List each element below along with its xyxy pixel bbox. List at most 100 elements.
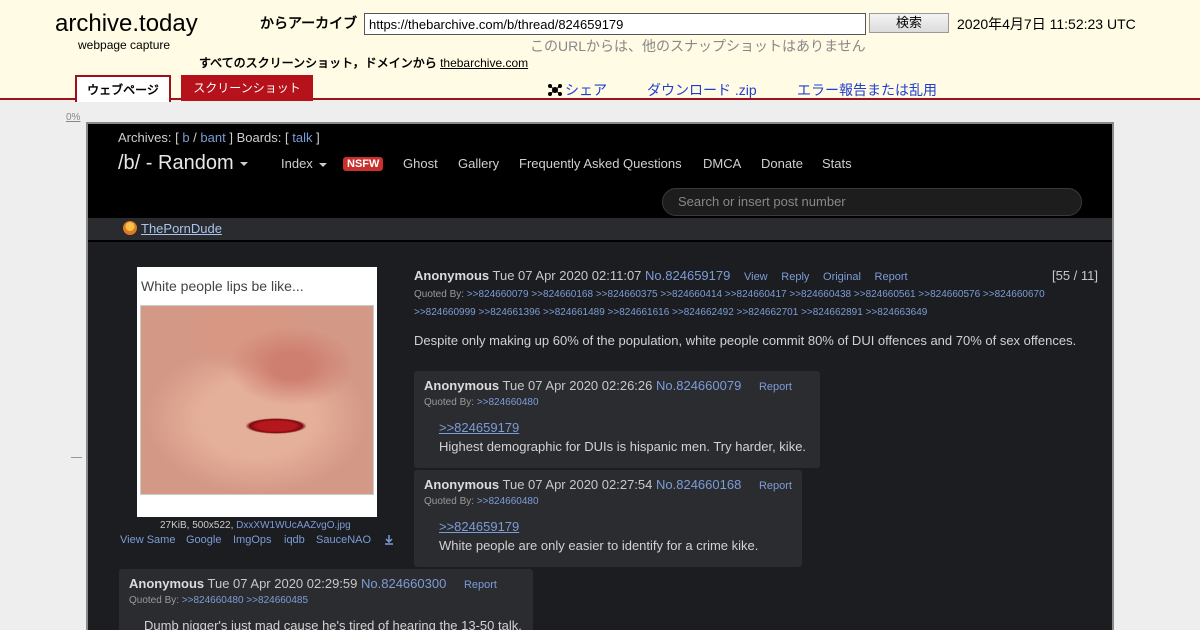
saucenao-link[interactable]: SauceNAO (316, 534, 371, 546)
file-name-link[interactable]: DxxXW1WUcAAZvgO.jpg (236, 520, 350, 531)
reply-post: Anonymous Tue 07 Apr 2020 02:26:26 No.82… (414, 371, 820, 468)
op-image-caption: White people lips be like... (141, 278, 304, 294)
quoted-links[interactable]: >>824660480 >>824660485 (182, 595, 308, 606)
ad-link[interactable]: ThePornDude (123, 221, 222, 236)
all-screenshots-line: すべてのスクリーンショット，ドメインから thebarchive.com (199, 54, 528, 71)
reply-quoted-by: Quoted By: >>824660480 (424, 493, 539, 511)
archive-from-label: からアーカイブ (260, 15, 358, 31)
quoted-label: Quoted By: (414, 289, 465, 300)
scroll-percent[interactable]: 0% (66, 112, 80, 123)
all-screenshots-label: すべてのスクリーンショット，ドメインから (199, 56, 437, 70)
archives-label: Archives: [ (118, 130, 179, 145)
download-icon[interactable] (384, 535, 394, 545)
quoted-links[interactable]: >>824660079 >>824660168 >>824660375 >>82… (467, 289, 1045, 300)
search-button[interactable]: 検索 (869, 13, 949, 33)
reply-name: Anonymous (129, 576, 205, 591)
ad-bar: ThePornDude (88, 218, 1112, 242)
reply-report-link[interactable]: Report (464, 579, 497, 591)
reply-date: Tue 07 Apr 2020 02:27:54 (502, 477, 653, 492)
imgops-link[interactable]: ImgOps (233, 534, 272, 546)
reply-quote-link[interactable]: >>824659179 (439, 420, 519, 435)
reply-text: Dumb nigger's just mad cause he's tired … (144, 618, 522, 630)
board-title[interactable]: /b/ - Random (118, 152, 248, 175)
no-snapshots-note: このURLからは、他のスナップショットはありません (530, 38, 866, 54)
reply-meta: Anonymous Tue 07 Apr 2020 02:29:59 No.82… (129, 576, 497, 591)
view-same-link[interactable]: View Same (120, 534, 175, 546)
iqdb-link[interactable]: iqdb (284, 534, 305, 546)
reply-post: Anonymous Tue 07 Apr 2020 02:29:59 No.82… (119, 569, 533, 630)
op-view-link[interactable]: View (744, 271, 768, 283)
reply-number[interactable]: No.824660079 (656, 378, 741, 393)
report-abuse-link[interactable]: エラー報告または乱用 (797, 80, 937, 100)
op-original-link[interactable]: Original (823, 271, 861, 283)
domain-link[interactable]: thebarchive.com (440, 56, 528, 70)
board-title-text: /b/ - Random (118, 152, 234, 174)
reply-meta: Anonymous Tue 07 Apr 2020 02:26:26 No.82… (424, 378, 792, 393)
op-text: Despite only making up 60% of the popula… (414, 333, 1077, 348)
share-label: シェア (565, 82, 607, 98)
board-link-talk[interactable]: talk (292, 130, 312, 145)
reply-date: Tue 07 Apr 2020 02:29:59 (207, 576, 358, 591)
url-input[interactable] (364, 13, 866, 35)
tab-webpage[interactable]: ウェブページ (75, 75, 171, 102)
op-quoted-by: Quoted By: >>824660079 >>824660168 >>824… (414, 286, 1104, 322)
archive-link-bant[interactable]: bant (200, 130, 225, 145)
archive-header: archive.today webpage capture からアーカイブ 検索… (0, 0, 1200, 102)
nav-index[interactable]: Index (281, 156, 327, 171)
lips-shape (245, 418, 307, 434)
ad-link-label: ThePornDude (141, 221, 222, 236)
nav-gallery[interactable]: Gallery (458, 156, 499, 171)
reply-text: Highest demographic for DUIs is hispanic… (439, 439, 807, 454)
op-post-meta: Anonymous Tue 07 Apr 2020 02:11:07 No.82… (414, 268, 908, 283)
nav-donate[interactable]: Donate (761, 156, 803, 171)
archive-link-b[interactable]: b (182, 130, 189, 145)
nav-stats[interactable]: Stats (822, 156, 852, 171)
reply-text: White people are only easier to identify… (439, 538, 759, 553)
reply-number[interactable]: No.824660168 (656, 477, 741, 492)
rail-marker (71, 457, 82, 458)
quoted-label: Quoted By: (424, 397, 475, 408)
reply-quote-link[interactable]: >>824659179 (439, 519, 519, 534)
op-name: Anonymous (414, 268, 490, 283)
boards-close: ] (316, 130, 320, 145)
quoted-links[interactable]: >>824660480 (477, 397, 539, 408)
tab-screenshot[interactable]: スクリーンショット (181, 75, 313, 101)
reply-report-link[interactable]: Report (759, 480, 792, 492)
reply-meta: Anonymous Tue 07 Apr 2020 02:27:54 No.82… (424, 477, 792, 492)
reply-name: Anonymous (424, 378, 500, 393)
reply-report-link[interactable]: Report (759, 381, 792, 393)
ad-logo-icon (123, 221, 137, 235)
reply-date: Tue 07 Apr 2020 02:26:26 (502, 378, 653, 393)
boards-label: ] Boards: [ (229, 130, 289, 145)
nav-faq[interactable]: Frequently Asked Questions (519, 156, 682, 171)
capture-date[interactable]: 2020年4月7日 11:52:23 UTC (957, 14, 1136, 34)
quoted-label: Quoted By: (424, 496, 475, 507)
quoted-label: Quoted By: (129, 595, 180, 606)
op-image-photo (140, 305, 374, 495)
op-reply-link[interactable]: Reply (781, 271, 809, 283)
reply-post: Anonymous Tue 07 Apr 2020 02:27:54 No.82… (414, 470, 802, 567)
op-image[interactable]: White people lips be like... (137, 267, 377, 517)
nav-index-label: Index (281, 156, 313, 171)
reply-number[interactable]: No.824660300 (361, 576, 446, 591)
op-report-link[interactable]: Report (875, 271, 908, 283)
nav-ghost[interactable]: Ghost (403, 156, 438, 171)
post-search-input[interactable]: Search or insert post number (662, 188, 1082, 216)
archive-logo[interactable]: archive.today (55, 10, 198, 38)
file-info: 27KiB, 500x522, DxxXW1WUcAAZvgO.jpg (160, 520, 351, 531)
reply-quoted-by: Quoted By: >>824660480 >>824660485 (129, 592, 308, 610)
chevron-down-icon (318, 162, 327, 167)
archives-line: Archives: [ b / bant ] Boards: [ talk ] (118, 130, 320, 145)
nsfw-badge[interactable]: NSFW (343, 157, 384, 171)
board-header: Archives: [ b / bant ] Boards: [ talk ] … (88, 124, 1112, 218)
quoted-links[interactable]: >>824660999 >>824661396 >>824661489 >>82… (414, 307, 927, 318)
share-link[interactable]: シェア (548, 80, 607, 100)
google-link[interactable]: Google (186, 534, 221, 546)
archive-logo-subtitle: webpage capture (78, 38, 171, 52)
download-link[interactable]: ダウンロード .zip (647, 80, 757, 100)
op-number[interactable]: No.824659179 (645, 268, 730, 283)
quoted-links[interactable]: >>824660480 (477, 496, 539, 507)
nav-dmca[interactable]: DMCA (703, 156, 741, 171)
reply-quoted-by: Quoted By: >>824660480 (424, 394, 539, 412)
file-info-text: 27KiB, 500x522, (160, 520, 234, 531)
